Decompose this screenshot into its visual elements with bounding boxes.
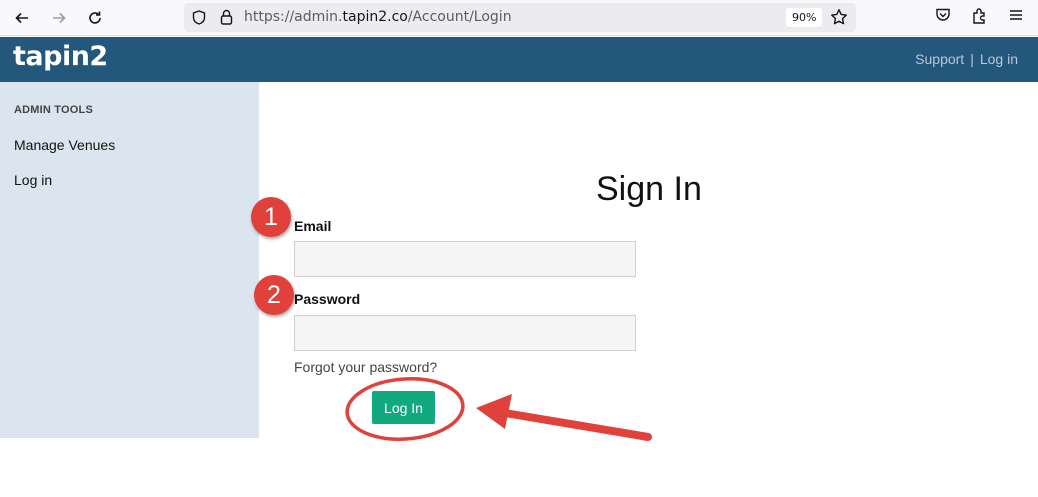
support-link[interactable]: Support [915,51,964,67]
sidebar-heading: ADMIN TOOLS [14,104,93,116]
extensions-icon[interactable] [971,7,988,24]
menu-icon[interactable] [1008,7,1024,23]
address-bar[interactable]: https://admin.tapin2.co/Account/Login 90… [184,3,856,32]
pocket-icon[interactable] [935,7,951,23]
sidebar-item-manage-venues[interactable]: Manage Venues [14,137,115,153]
step-1-badge: 1 [251,197,291,237]
header-login-link[interactable]: Log in [980,51,1018,67]
password-field[interactable] [294,315,636,351]
shield-icon[interactable] [192,10,206,25]
browser-toolbar: https://admin.tapin2.co/Account/Login 90… [0,0,1038,36]
header-separator: | [970,51,974,67]
header-links: Support | Log in [915,51,1018,67]
url-prefix: https://admin. [244,9,343,25]
lock-icon[interactable] [220,9,233,25]
bookmark-star-icon[interactable] [830,8,848,26]
sidebar-item-log-in[interactable]: Log in [14,172,52,188]
forgot-password-link[interactable]: Forgot your password? [294,359,437,375]
sidebar: ADMIN TOOLS Manage Venues Log in [0,82,259,438]
url-text[interactable]: https://admin.tapin2.co/Account/Login [244,9,512,25]
reload-button[interactable] [83,6,107,30]
zoom-badge[interactable]: 90% [786,8,823,27]
back-arrow-icon [15,12,28,24]
forward-arrow-icon [53,12,66,24]
password-label: Password [294,291,361,307]
email-field[interactable] [294,241,636,277]
annotation-arrow [476,394,652,441]
step-2-badge: 2 [254,275,294,315]
email-label: Email [294,218,332,234]
page-title: Sign In [596,170,702,208]
site-header: tapin2 Support | Log in [0,37,1038,82]
url-path: /Account/Login [407,9,512,25]
forward-button[interactable] [47,6,71,30]
log-in-button[interactable]: Log In [372,391,435,424]
tapin2-logo[interactable]: tapin2 [13,41,108,72]
url-host: tapin2.co [342,9,408,25]
reload-icon [89,11,101,24]
back-button[interactable] [10,6,34,30]
